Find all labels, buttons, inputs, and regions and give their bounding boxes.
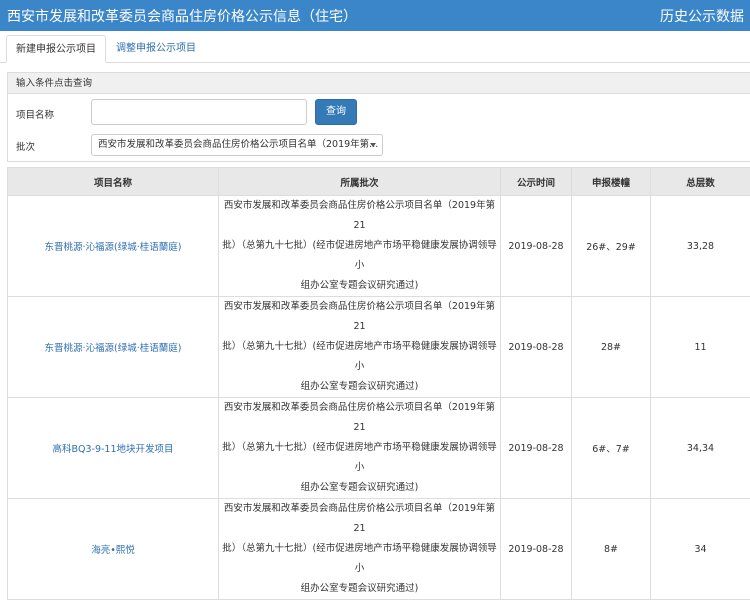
batch-line: 西安市发展和改革委员会商品住房价格公示项目名单（2019年第21	[220, 196, 499, 236]
project-name-link[interactable]: 东晋桃源·沁福源(绿城·桂语蘭庭)	[8, 196, 219, 297]
project-name-link[interactable]: 高科BQ3-9-11地块开发项目	[8, 398, 219, 499]
batch-line: 组办公室专题会议研究通过)	[220, 478, 499, 498]
page-header: 西安市发展和改革委员会商品住房价格公示信息（住宅） 历史公示数据	[0, 0, 750, 31]
batch-cell: 西安市发展和改革委员会商品住房价格公示项目名单（2019年第21 批）（总第九十…	[219, 499, 501, 600]
column-header: 项目名称	[8, 168, 219, 196]
tab-bar: 新建申报公示项目 调整申报公示项目	[0, 31, 750, 63]
buildings-cell: 6#、7#	[572, 398, 651, 499]
table-row: 东晋桃源·沁福源(绿城·桂语蘭庭) 西安市发展和改革委员会商品住房价格公示项目名…	[8, 297, 750, 398]
batch-line: 批）（总第九十七批）(经市促进房地产市场平稳健康发展协调领导小	[220, 236, 499, 276]
batch-label: 批次	[16, 139, 35, 153]
tab-new-projects[interactable]: 新建申报公示项目	[6, 35, 106, 63]
batch-select[interactable]: 西安市发展和改革委员会商品住房价格公示项目名单（2019年第...	[91, 134, 383, 156]
batch-line: 批）（总第九十七批）(经市促进房地产市场平稳健康发展协调领导小	[220, 337, 499, 377]
batch-line: 组办公室专题会议研究通过)	[220, 276, 499, 296]
date-cell: 2019-08-28	[501, 499, 572, 600]
history-data-link[interactable]: 历史公示数据	[660, 6, 744, 26]
tab-adjusted-projects[interactable]: 调整申报公示项目	[107, 35, 205, 63]
batch-line: 西安市发展和改革委员会商品住房价格公示项目名单（2019年第21	[220, 398, 499, 438]
batch-line: 批）（总第九十七批）(经市促进房地产市场平稳健康发展协调领导小	[220, 438, 499, 478]
batch-line: 组办公室专题会议研究通过)	[220, 377, 499, 397]
floors-cell: 11	[651, 297, 750, 398]
search-button[interactable]: 查询	[315, 99, 357, 125]
batch-line: 西安市发展和改革委员会商品住房价格公示项目名单（2019年第21	[220, 499, 499, 539]
batch-cell: 西安市发展和改革委员会商品住房价格公示项目名单（2019年第21 批）（总第九十…	[219, 297, 501, 398]
table-header-row: 项目名称 所属批次 公示时间 申报楼幢 总层数	[8, 168, 750, 196]
buildings-cell: 8#	[572, 499, 651, 600]
column-header: 申报楼幢	[572, 168, 651, 196]
project-name-input[interactable]	[91, 99, 307, 125]
buildings-cell: 28#	[572, 297, 651, 398]
buildings-cell: 26#、29#	[572, 196, 651, 297]
page-title: 西安市发展和改革委员会商品住房价格公示信息（住宅）	[7, 6, 357, 26]
table-row: 东晋桃源·沁福源(绿城·桂语蘭庭) 西安市发展和改革委员会商品住房价格公示项目名…	[8, 196, 750, 297]
column-header: 所属批次	[219, 168, 501, 196]
query-panel-heading: 输入条件点击查询	[8, 73, 750, 94]
query-panel: 输入条件点击查询 项目名称 查询 批次 西安市发展和改革委员会商品住房价格公示项…	[7, 72, 750, 162]
batch-cell: 西安市发展和改革委员会商品住房价格公示项目名单（2019年第21 批）（总第九十…	[219, 398, 501, 499]
project-name-link[interactable]: 海亮•熙悦	[8, 499, 219, 600]
project-name-link[interactable]: 东晋桃源·沁福源(绿城·桂语蘭庭)	[8, 297, 219, 398]
column-header: 公示时间	[501, 168, 572, 196]
floors-cell: 34,34	[651, 398, 750, 499]
chevron-down-icon	[370, 143, 376, 147]
batch-select-value: 西安市发展和改革委员会商品住房价格公示项目名单（2019年第...	[98, 139, 378, 150]
batch-cell: 西安市发展和改革委员会商品住房价格公示项目名单（2019年第21 批）（总第九十…	[219, 196, 501, 297]
date-cell: 2019-08-28	[501, 398, 572, 499]
date-cell: 2019-08-28	[501, 297, 572, 398]
batch-line: 西安市发展和改革委员会商品住房价格公示项目名单（2019年第21	[220, 297, 499, 337]
project-name-label: 项目名称	[16, 107, 54, 121]
results-table: 项目名称 所属批次 公示时间 申报楼幢 总层数 东晋桃源·沁福源(绿城·桂语蘭庭…	[7, 167, 750, 600]
batch-line: 组办公室专题会议研究通过)	[220, 579, 499, 599]
table-row: 海亮•熙悦 西安市发展和改革委员会商品住房价格公示项目名单（2019年第21 批…	[8, 499, 750, 600]
date-cell: 2019-08-28	[501, 196, 572, 297]
column-header: 总层数	[651, 168, 750, 196]
floors-cell: 34	[651, 499, 750, 600]
table-row: 高科BQ3-9-11地块开发项目 西安市发展和改革委员会商品住房价格公示项目名单…	[8, 398, 750, 499]
floors-cell: 33,28	[651, 196, 750, 297]
batch-line: 批）（总第九十七批）(经市促进房地产市场平稳健康发展协调领导小	[220, 539, 499, 579]
